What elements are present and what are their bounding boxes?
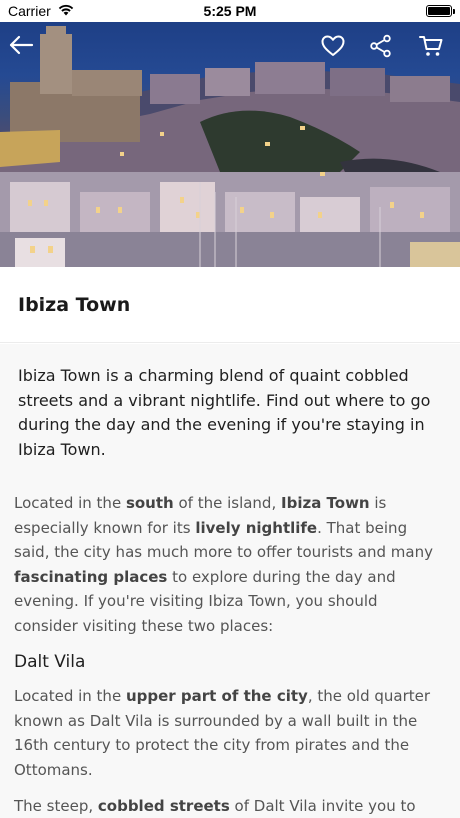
intro-text: Ibiza Town is a charming blend of quaint… <box>18 366 431 459</box>
section-heading: Dalt Vila <box>14 652 86 672</box>
cart-button[interactable] <box>418 34 448 64</box>
paragraph-3: The steep, cobbled streets of Dalt Vila … <box>14 794 446 818</box>
battery-cap <box>453 9 455 14</box>
text-run: The steep, <box>14 797 98 815</box>
carrier-label: Carrier <box>8 3 51 19</box>
bold-run: Ibiza Town <box>281 494 370 512</box>
wifi-icon <box>57 3 75 19</box>
title-section: Ibiza Town <box>0 267 460 343</box>
favorite-button[interactable] <box>320 34 350 64</box>
bold-run: south <box>125 494 174 512</box>
share-button[interactable] <box>369 34 399 64</box>
bold-run: lively nightlife <box>195 518 318 537</box>
battery-icon <box>426 5 455 17</box>
paragraph-1: Located in the south of the island, Ibiz… <box>14 491 446 638</box>
text-run: of Dalt Vila invite you to <box>229 797 416 815</box>
article-content: Ibiza Town is a charming blend of quaint… <box>0 344 460 818</box>
bold-run: upper part of the city <box>125 687 308 705</box>
hero-image <box>0 22 460 267</box>
hero-toolbar <box>0 22 460 74</box>
bold-run: fascinating places <box>14 567 168 586</box>
battery-fill <box>428 7 450 15</box>
status-left: Carrier <box>8 3 75 19</box>
page-title: Ibiza Town <box>18 294 131 316</box>
paragraph-2: Located in the upper part of the city, t… <box>14 684 446 782</box>
text-run: Located in the <box>14 494 126 512</box>
status-bar: Carrier 5:25 PM <box>0 0 460 22</box>
text-run: of the island, <box>173 494 281 512</box>
back-button[interactable] <box>8 34 38 64</box>
text-run: Located in the <box>14 687 126 705</box>
bold-run: cobbled streets <box>97 797 230 815</box>
